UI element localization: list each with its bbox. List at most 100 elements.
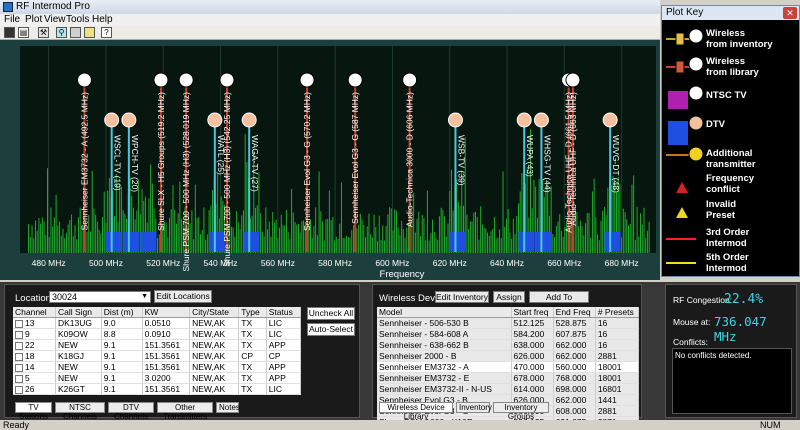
table-cell: Sennheiser - 584-608 A xyxy=(377,328,512,340)
table-cell: NEW,AK xyxy=(189,383,240,395)
auto-select-button[interactable]: Auto-Select xyxy=(307,323,355,336)
table-row[interactable]: Sennheiser EM3732 - E 678.000 768.000 18001 xyxy=(377,372,640,384)
tab-inventory[interactable]: Inventory xyxy=(456,402,492,413)
col-dist[interactable]: Dist (m) xyxy=(101,307,143,318)
channel-cell: 13 xyxy=(13,317,56,329)
menu-tools[interactable]: Tools xyxy=(66,14,89,25)
key-ntsc-label: NTSC TV xyxy=(706,90,747,101)
mic-icon xyxy=(402,72,418,88)
edit-inventory-button[interactable]: Edit Inventory xyxy=(435,291,489,303)
row-checkbox[interactable] xyxy=(15,352,23,361)
grid-icon[interactable] xyxy=(70,27,81,38)
mic-icon xyxy=(178,72,194,88)
table-row[interactable]: 5 NEW 9.1 3.0200 NEW,AK TX APP xyxy=(13,372,302,384)
table-cell: 0.0910 xyxy=(142,328,191,340)
x-tick-label: 640 MHz xyxy=(490,258,524,268)
uncheck-all-button[interactable]: Uncheck All xyxy=(307,307,355,320)
row-checkbox[interactable] xyxy=(15,385,23,394)
row-checkbox[interactable] xyxy=(15,341,23,350)
table-cell: APP xyxy=(266,361,302,373)
col-city-state[interactable]: City/State xyxy=(189,307,240,318)
table-cell: 9.1 xyxy=(101,350,143,362)
table-row[interactable]: 14 NEW 9.1 151.3561 NEW,AK TX APP xyxy=(13,361,302,373)
tab-inventory-groups[interactable]: Inventory Groups xyxy=(493,402,549,421)
row-checkbox[interactable] xyxy=(15,363,23,372)
spectrum-chart[interactable]: WSCL-TV (19) WPCH-TV (20) WATL (25) WAGA-TV… xyxy=(0,40,660,280)
print-icon[interactable]: ▤ xyxy=(18,27,29,38)
menu-plot[interactable]: Plot xyxy=(25,14,42,25)
menu-file[interactable]: File xyxy=(4,14,20,25)
tv-stations-table[interactable]: Channel Call Sign Dist (m) KW City/State… xyxy=(13,307,302,395)
tv-icon xyxy=(602,112,618,128)
table-cell: NEW xyxy=(55,361,102,373)
table-cell: NEW xyxy=(55,339,102,351)
assign-button[interactable]: Assign xyxy=(493,291,525,303)
table-row[interactable]: Sennheiser EM3732 - A 470.000 560.000 18001 xyxy=(377,361,640,373)
table-row[interactable]: Sennheiser EM3732-II - N-US 614.000 698.00… xyxy=(377,383,640,395)
row-checkbox[interactable] xyxy=(15,319,23,328)
col-call-sign[interactable]: Call Sign xyxy=(55,307,102,318)
antenna-icon[interactable]: ⚲ xyxy=(56,27,67,38)
table-cell: 151.3561 xyxy=(142,361,191,373)
channel-value: 14 xyxy=(25,362,35,372)
row-checkbox[interactable] xyxy=(15,330,23,339)
col-kw[interactable]: KW xyxy=(142,307,191,318)
conflicts-list[interactable]: No conflicts detected. xyxy=(672,348,792,414)
row-checkbox[interactable] xyxy=(15,374,23,383)
table-cell: 662.000 xyxy=(553,339,596,351)
col-status[interactable]: Status xyxy=(266,307,302,318)
col-end-freq[interactable]: End Freq xyxy=(553,307,596,318)
mic-icon xyxy=(347,72,363,88)
spectrum-plot[interactable]: WSCL-TV (19) WPCH-TV (20) WATL (25) WAGA-TV… xyxy=(0,40,660,280)
mouse-label: Mouse at: xyxy=(673,317,711,327)
table-cell: NEW,AK xyxy=(189,317,240,329)
note-icon[interactable] xyxy=(84,27,95,38)
x-tick-label: 540 MHz xyxy=(204,258,238,268)
table-cell: 9.1 xyxy=(101,383,143,395)
save-icon[interactable] xyxy=(4,27,15,38)
table-cell: K09OW xyxy=(55,328,102,340)
col-channel[interactable]: Channel xyxy=(13,307,56,318)
table-row[interactable]: Sennheiser - 638-662 B 638.000 662.000 16 xyxy=(377,339,640,351)
menu-help[interactable]: Help xyxy=(92,14,113,25)
tab-dtv-channels[interactable]: DTV Channels xyxy=(108,402,154,421)
table-row[interactable]: 13 DK13UG 9.0 0.0510 NEW,AK TX LIC xyxy=(13,317,302,329)
table-row[interactable]: Sennheiser - 506-530 B 512.125 528.875 16 xyxy=(377,317,640,329)
col-start-freq[interactable]: Start freq xyxy=(511,307,554,318)
table-cell: 9.1 xyxy=(101,372,143,384)
help-icon[interactable]: ? xyxy=(101,27,112,38)
tab-other-transmitters[interactable]: Other Transmitters xyxy=(157,402,213,421)
table-row[interactable]: 26 K26GT 9.1 151.3561 NEW,AK TX LIC xyxy=(13,383,302,395)
tools-icon[interactable]: ⚒ xyxy=(38,27,49,38)
table-cell: 584.200 xyxy=(511,328,554,340)
table-cell: 8.8 xyxy=(101,328,143,340)
toolbar: ▤ ⚒ ⚲ ? xyxy=(0,26,660,40)
table-row[interactable]: 22 NEW 9.1 151.3561 NEW,AK TX APP xyxy=(13,339,302,351)
table-cell: TX xyxy=(238,328,267,340)
key-conflict-label: Frequency conflict xyxy=(706,173,755,195)
tv-icon xyxy=(207,112,223,128)
tab-tv-stations[interactable]: TV Stations xyxy=(15,402,52,421)
close-icon[interactable]: ✕ xyxy=(783,7,797,19)
table-cell: 470.000 xyxy=(511,361,554,373)
tab-notes[interactable]: Notes xyxy=(216,402,240,413)
location-select[interactable]: 30024 ▼ xyxy=(49,291,151,303)
edit-locations-button[interactable]: Edit Locations xyxy=(154,290,212,303)
table-row[interactable]: 18 K18GJ 9.1 151.3561 NEW,AK CP CP xyxy=(13,350,302,362)
tab-ntsc-channels[interactable]: NTSC Channels xyxy=(55,402,105,421)
add-to-inventory-button[interactable]: Add To Inventory xyxy=(529,291,589,313)
tab-wireless-device-library[interactable]: Wireless Device Library xyxy=(379,402,453,421)
col-presets[interactable]: # Presets xyxy=(595,307,640,318)
menu-view[interactable]: View xyxy=(44,14,66,25)
table-row[interactable]: Sennheiser - 584-608 A 584.200 607.875 16 xyxy=(377,328,640,340)
tv-channel-label: WUPA (43) xyxy=(525,135,535,177)
table-row[interactable]: Sennheiser 2000 - B 626.000 662.000 2881 xyxy=(377,350,640,362)
x-tick-label: 660 MHz xyxy=(547,258,581,268)
location-label: Location: xyxy=(15,293,54,304)
table-cell: Sennheiser - 638-662 B xyxy=(377,339,512,351)
wireless-label: Audio-Technica UHF - D (663 MHz) xyxy=(568,92,578,226)
col-model[interactable]: Model xyxy=(377,307,512,318)
table-row[interactable]: 9 K09OW 8.8 0.0910 NEW,AK TX LIC xyxy=(13,328,302,340)
col-type[interactable]: Type xyxy=(238,307,267,318)
table-cell: DK13UG xyxy=(55,317,102,329)
